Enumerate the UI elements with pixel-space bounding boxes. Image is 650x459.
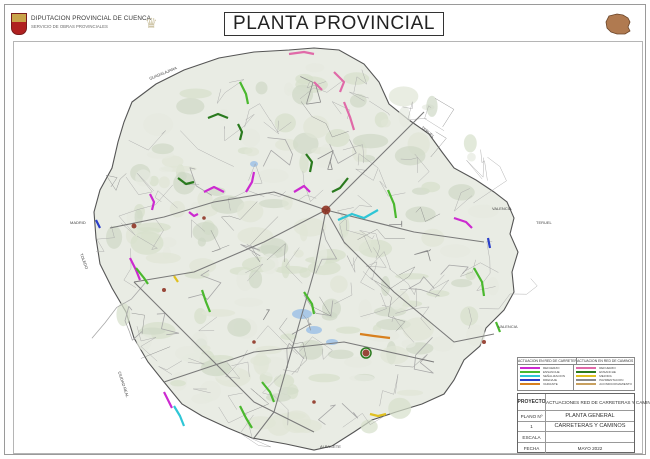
title-block: PROYECTO ACTUACIONES RED DE CARRETERAS Y… — [517, 393, 650, 453]
legend-track-row: ACONDICIONAMIENTO — [576, 382, 632, 386]
legend-road-label: VARIANTE — [543, 382, 558, 386]
reservoir — [250, 161, 258, 167]
town-marker — [252, 340, 256, 344]
town-marker — [131, 223, 137, 229]
legend-tracks-title: ACTUACION EN RED DE CAMINOS — [577, 359, 634, 363]
legend-track-swatch — [576, 379, 597, 381]
neighbour-label-madrid: MADRID — [70, 220, 86, 225]
town-marker — [202, 216, 206, 220]
map-sheet: DIPUTACION PROVINCIAL DE CUENCA SERVICIO… — [4, 4, 650, 455]
project-key: PROYECTO — [518, 394, 546, 410]
town-marker — [162, 288, 166, 292]
legend-track-swatch — [576, 375, 597, 377]
neighbour-label-valencia-east: VALENCIA — [498, 324, 518, 329]
scale-value — [546, 432, 634, 442]
legend-track-swatch — [576, 367, 597, 369]
legend-road-row: VARIANTE — [520, 382, 571, 386]
legend-road-swatch — [520, 383, 540, 385]
legend-track-label: ACONDICIONAMIENTO — [599, 382, 632, 386]
legend-track-swatch — [576, 371, 597, 373]
town-marker — [321, 205, 331, 215]
plan-subtitle: CARRETERAS Y CAMINOS — [554, 423, 626, 429]
page-title: PLANTA PROVINCIAL — [232, 13, 436, 34]
reservoir — [306, 326, 322, 334]
legend-road-swatch — [520, 379, 540, 381]
title-box: PLANTA PROVINCIAL — [224, 12, 444, 36]
plan-title: PLANTA GENERAL — [565, 412, 615, 419]
town-marker — [482, 340, 486, 344]
town-marker — [362, 349, 370, 357]
legend-road-swatch — [520, 367, 540, 369]
legend-road-swatch — [520, 371, 540, 373]
coat-of-arms-icon — [11, 13, 27, 35]
date-value: MAYO 2022 — [577, 445, 603, 451]
organisation-name: DIPUTACION PROVINCIAL DE CUENCA — [31, 15, 151, 22]
neighbour-label-teruel-east: TERUEL — [536, 220, 553, 225]
town-marker — [312, 400, 316, 404]
scale-key: ESCALA — [518, 432, 546, 442]
organisation-department: SERVICIO DE OBRAS PROVINCIALES — [31, 24, 108, 29]
province-silhouette-icon — [605, 13, 631, 35]
neighbour-label-valencia-north: VALENCIA — [492, 206, 512, 211]
legend-road-swatch — [520, 375, 540, 377]
map-legend: ACTUACION EN RED DE CARRETERAS ACTUACION… — [517, 357, 635, 391]
legend-track-swatch — [576, 383, 597, 385]
neighbour-label-albacete: ALBACETE — [320, 444, 341, 449]
plan-number: 1 — [518, 422, 546, 431]
plan-key: PLANO Nº — [518, 411, 546, 421]
legend-roads-title: ACTUACION EN RED DE CARRETERAS — [518, 358, 577, 364]
project-value: ACTUACIONES RED DE CARRETERAS Y CAMINOS — [546, 399, 650, 405]
date-key: FECHA — [518, 443, 546, 453]
crown-watermark-icon: ♛ — [145, 15, 158, 31]
organisation-logo: DIPUTACION PROVINCIAL DE CUENCA SERVICIO… — [11, 13, 161, 39]
